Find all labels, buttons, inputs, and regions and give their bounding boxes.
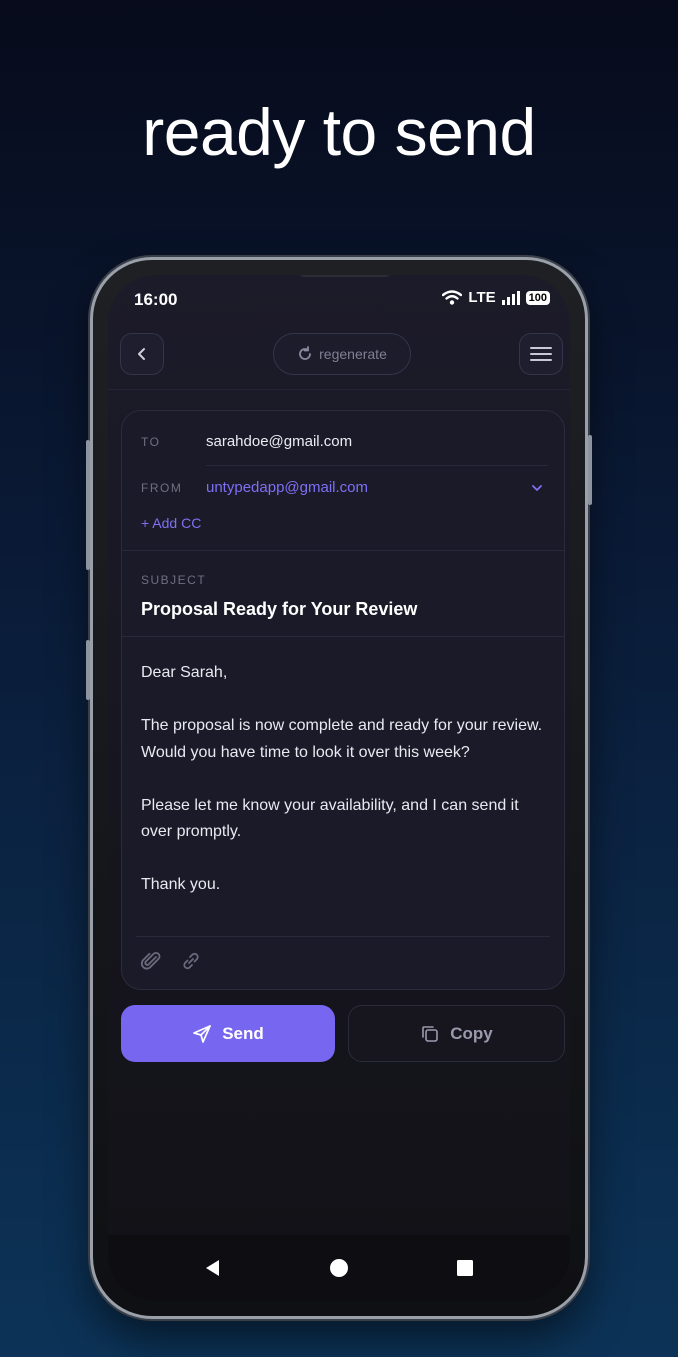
wifi-icon (442, 290, 463, 305)
refresh-icon (299, 346, 312, 360)
status-icons: LTE 100 (442, 289, 550, 306)
back-button[interactable] (120, 333, 164, 375)
navigation-bar (108, 1235, 570, 1301)
chevron-down-icon[interactable] (530, 483, 544, 493)
signal-icon (501, 290, 520, 305)
to-field[interactable]: sarahdoe@gmail.com (206, 433, 352, 450)
top-bar: regenerate (108, 333, 570, 390)
from-field[interactable]: untypedapp@gmail.com (206, 479, 368, 496)
volume-button (86, 440, 90, 570)
divider (206, 465, 548, 466)
link-icon[interactable] (179, 949, 203, 973)
phone-screen: 16:00 LTE 100 regenerate TO sarahdoe@gma… (108, 275, 570, 1301)
menu-button[interactable] (519, 333, 563, 375)
back-nav-icon[interactable] (203, 1258, 223, 1278)
headline: ready to send (142, 95, 536, 169)
copy-icon (422, 1025, 439, 1042)
copy-button[interactable]: Copy (348, 1005, 565, 1062)
divider (122, 550, 564, 551)
divider (136, 936, 550, 937)
network-type: LTE (468, 289, 496, 306)
side-button (86, 640, 90, 700)
hamburger-menu-icon (530, 347, 552, 361)
status-bar: 16:00 LTE 100 (108, 275, 570, 325)
regenerate-label: regenerate (319, 346, 387, 362)
chevron-left-icon (138, 348, 145, 360)
body-paragraph: Thank you. (141, 876, 221, 893)
subject-label: SUBJECT (141, 573, 207, 587)
status-time: 16:00 (134, 290, 178, 309)
paperclip-icon[interactable] (139, 949, 163, 973)
send-icon (193, 1024, 212, 1043)
copy-label: Copy (450, 1023, 493, 1043)
send-button[interactable]: Send (121, 1005, 335, 1062)
body-paragraph: The proposal is now complete and ready f… (141, 717, 543, 761)
power-button (588, 435, 592, 505)
regenerate-button[interactable]: regenerate (273, 333, 411, 375)
to-label: TO (141, 435, 161, 449)
send-label: Send (222, 1023, 264, 1043)
body-paragraph: Dear Sarah, (141, 664, 228, 681)
from-label: FROM (141, 481, 183, 495)
divider (122, 636, 564, 637)
subject-field[interactable]: Proposal Ready for Your Review (141, 599, 417, 620)
attachment-toolbar (139, 949, 203, 973)
add-cc-button[interactable]: + Add CC (141, 515, 201, 531)
home-nav-icon[interactable] (329, 1258, 349, 1278)
phone-frame: 16:00 LTE 100 regenerate TO sarahdoe@gma… (86, 257, 592, 1319)
battery-icon: 100 (525, 290, 550, 305)
email-body[interactable]: Dear Sarah, The proposal is now complete… (141, 660, 551, 899)
body-paragraph: Please let me know your availability, an… (141, 796, 519, 841)
email-card: TO sarahdoe@gmail.com FROM untypedapp@gm… (121, 410, 565, 990)
recents-nav-icon[interactable] (455, 1258, 475, 1278)
